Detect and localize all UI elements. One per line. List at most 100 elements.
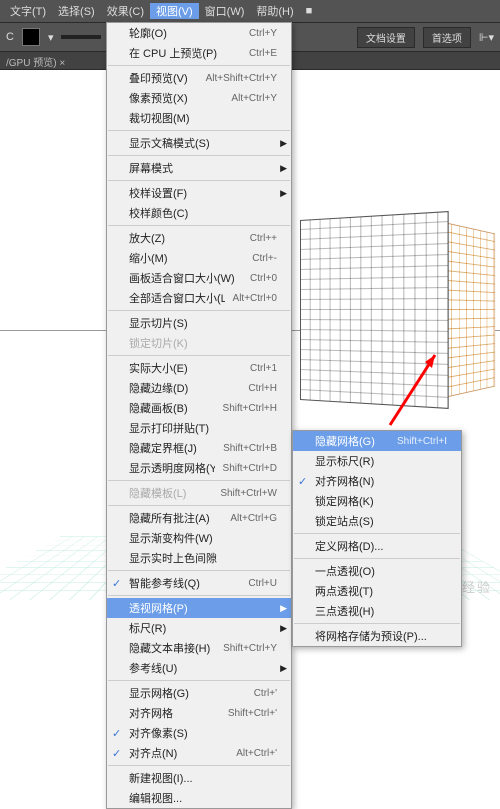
view-menu-item[interactable]: 显示渐变构件(W) bbox=[107, 528, 291, 548]
doc-setup-button[interactable]: 文档设置 bbox=[357, 27, 415, 48]
submenu-arrow-icon: ▶ bbox=[280, 138, 287, 149]
perspective-submenu-item[interactable]: ✓ 对齐网格(N) bbox=[293, 471, 461, 491]
menu-item-label: 实际大小(E) bbox=[129, 360, 242, 376]
submenu-arrow-icon: ▶ bbox=[280, 623, 287, 634]
view-menu-item[interactable]: 显示实时上色间隙 bbox=[107, 548, 291, 568]
view-menu-item[interactable]: 参考线(U)▶ bbox=[107, 658, 291, 678]
view-menu-item[interactable]: ✓对齐像素(S) bbox=[107, 723, 291, 743]
menu-item-label: 隐藏边缘(D) bbox=[129, 380, 240, 396]
view-menu-item[interactable]: 在 CPU 上预览(P)Ctrl+E bbox=[107, 43, 291, 63]
shortcut: Ctrl+1 bbox=[250, 363, 277, 374]
menubar: 文字(T) 选择(S) 效果(C) 视图(V) 窗口(W) 帮助(H) ■ bbox=[0, 0, 500, 22]
perspective-grid-submenu: 隐藏网格(G)Shift+Ctrl+I显示标尺(R) ✓ 对齐网格(N) 锁定网格(K… bbox=[292, 430, 462, 647]
view-menu-item[interactable]: 对齐网格Shift+Ctrl+' bbox=[107, 703, 291, 723]
menu-item-label: 将网格存储为预设(P)... bbox=[315, 628, 447, 644]
submenu-arrow-icon: ▶ bbox=[280, 603, 287, 614]
fill-swatch[interactable] bbox=[22, 28, 40, 46]
view-menu-item[interactable]: 像素预览(X)Alt+Ctrl+Y bbox=[107, 88, 291, 108]
separator bbox=[108, 310, 290, 311]
menu-item-label: 校样颜色(C) bbox=[129, 205, 277, 221]
view-menu-item[interactable]: 画板适合窗口大小(W)Ctrl+0 bbox=[107, 268, 291, 288]
menu-item-label: 智能参考线(Q) bbox=[129, 575, 240, 591]
view-menu-item[interactable]: 轮廓(O)Ctrl+Y bbox=[107, 23, 291, 43]
view-menu-item[interactable]: 编辑视图... bbox=[107, 788, 291, 808]
perspective-submenu-item[interactable]: 将网格存储为预设(P)... bbox=[293, 626, 461, 646]
submenu-arrow-icon: ▶ bbox=[280, 663, 287, 674]
view-menu-item[interactable]: 屏幕模式▶ bbox=[107, 158, 291, 178]
align-icon[interactable]: ⊩▾ bbox=[479, 31, 494, 44]
view-menu-item[interactable]: 实际大小(E) Ctrl+1 bbox=[107, 358, 291, 378]
menu-select[interactable]: 选择(S) bbox=[52, 3, 101, 19]
perspective-submenu-item[interactable]: 三点透视(H) bbox=[293, 601, 461, 621]
view-menu-item[interactable]: 显示打印拼贴(T) bbox=[107, 418, 291, 438]
view-menu-item[interactable]: 裁切视图(M) bbox=[107, 108, 291, 128]
view-menu-item[interactable]: 放大(Z)Ctrl++ bbox=[107, 228, 291, 248]
menu-item-label: 隐藏文本串接(H) bbox=[129, 640, 215, 656]
menu-item-label: 显示透明度网格(Y) bbox=[129, 460, 215, 476]
view-menu-item[interactable]: 叠印预览(V)Alt+Shift+Ctrl+Y bbox=[107, 68, 291, 88]
menu-item-label: 标尺(R) bbox=[129, 620, 277, 636]
separator bbox=[294, 623, 460, 624]
menu-effect[interactable]: 效果(C) bbox=[101, 3, 150, 19]
perspective-submenu-item[interactable]: 锁定网格(K) bbox=[293, 491, 461, 511]
view-menu-item[interactable]: 隐藏画板(B)Shift+Ctrl+H bbox=[107, 398, 291, 418]
check-icon: ✓ bbox=[298, 475, 307, 488]
view-menu-item[interactable]: 隐藏定界框(J)Shift+Ctrl+B bbox=[107, 438, 291, 458]
view-menu-item[interactable]: ✓智能参考线(Q)Ctrl+U bbox=[107, 573, 291, 593]
view-menu-item[interactable]: ✓对齐点(N)Alt+Ctrl+' bbox=[107, 743, 291, 763]
view-menu-item[interactable]: 新建视图(I)... bbox=[107, 768, 291, 788]
separator bbox=[108, 180, 290, 181]
view-menu-item[interactable]: 显示切片(S) bbox=[107, 313, 291, 333]
shortcut: Alt+Ctrl+0 bbox=[233, 293, 277, 304]
view-menu-item[interactable]: 显示文稿模式(S)▶ bbox=[107, 133, 291, 153]
shortcut: Ctrl+- bbox=[252, 253, 277, 264]
separator bbox=[108, 155, 290, 156]
view-menu-item[interactable]: 标尺(R)▶ bbox=[107, 618, 291, 638]
menu-item-label: 裁切视图(M) bbox=[129, 110, 277, 126]
view-menu-item[interactable]: 透视网格(P)▶ bbox=[107, 598, 291, 618]
perspective-submenu-item[interactable]: 锁定站点(S) bbox=[293, 511, 461, 531]
view-menu-item[interactable]: 显示网格(G)Ctrl+' bbox=[107, 683, 291, 703]
view-menu-item: 锁定切片(K) bbox=[107, 333, 291, 353]
menu-item-label: 对齐网格 bbox=[129, 705, 220, 721]
view-menu-item[interactable]: 缩小(M)Ctrl+- bbox=[107, 248, 291, 268]
menu-item-label: 锁定网格(K) bbox=[315, 493, 447, 509]
shortcut: Shift+Ctrl+W bbox=[220, 488, 277, 499]
shortcut: Ctrl+' bbox=[254, 688, 277, 699]
check-icon: ✓ bbox=[112, 747, 121, 760]
menu-item-label: 全部适合窗口大小(L) bbox=[129, 290, 225, 306]
shortcut: Ctrl+Y bbox=[249, 28, 277, 39]
perspective-building bbox=[300, 220, 480, 420]
menu-help[interactable]: 帮助(H) bbox=[250, 3, 299, 19]
stroke-weight[interactable] bbox=[61, 35, 101, 39]
menu-extra[interactable]: ■ bbox=[300, 5, 319, 17]
shortcut: Alt+Ctrl+Y bbox=[231, 93, 277, 104]
perspective-submenu-item[interactable]: 两点透视(T) bbox=[293, 581, 461, 601]
view-menu-item[interactable]: 校样颜色(C) bbox=[107, 203, 291, 223]
view-menu-item[interactable]: 校样设置(F)▶ bbox=[107, 183, 291, 203]
label-c: C bbox=[6, 31, 14, 43]
perspective-submenu-item[interactable]: 定义网格(D)... bbox=[293, 536, 461, 556]
shortcut: Shift+Ctrl+D bbox=[223, 463, 277, 474]
menu-item-label: 对齐网格(N) bbox=[315, 473, 447, 489]
menu-window[interactable]: 窗口(W) bbox=[199, 3, 251, 19]
view-menu-item[interactable]: 隐藏所有批注(A)Alt+Ctrl+G bbox=[107, 508, 291, 528]
view-menu-item[interactable]: 显示透明度网格(Y) Shift+Ctrl+D bbox=[107, 458, 291, 478]
perspective-submenu-item[interactable]: 隐藏网格(G)Shift+Ctrl+I bbox=[293, 431, 461, 451]
shortcut: Ctrl+E bbox=[249, 48, 277, 59]
prefs-button[interactable]: 首选项 bbox=[423, 27, 471, 48]
view-menu-item[interactable]: 隐藏边缘(D)Ctrl+H bbox=[107, 378, 291, 398]
dropdown-icon[interactable]: ▾ bbox=[48, 31, 54, 44]
shortcut: Shift+Ctrl+B bbox=[223, 443, 277, 454]
perspective-submenu-item[interactable]: 一点透视(O) bbox=[293, 561, 461, 581]
menu-text[interactable]: 文字(T) bbox=[4, 3, 52, 19]
view-menu-item: 隐藏模板(L)Shift+Ctrl+W bbox=[107, 483, 291, 503]
view-menu-item[interactable]: 隐藏文本串接(H)Shift+Ctrl+Y bbox=[107, 638, 291, 658]
view-menu-item[interactable]: 全部适合窗口大小(L) Alt+Ctrl+0 bbox=[107, 288, 291, 308]
shortcut: Alt+Ctrl+G bbox=[230, 513, 277, 524]
perspective-submenu-item[interactable]: 显示标尺(R) bbox=[293, 451, 461, 471]
separator bbox=[294, 558, 460, 559]
submenu-arrow-icon: ▶ bbox=[280, 163, 287, 174]
menu-view[interactable]: 视图(V) bbox=[150, 3, 199, 19]
menu-item-label: 显示渐变构件(W) bbox=[129, 530, 277, 546]
